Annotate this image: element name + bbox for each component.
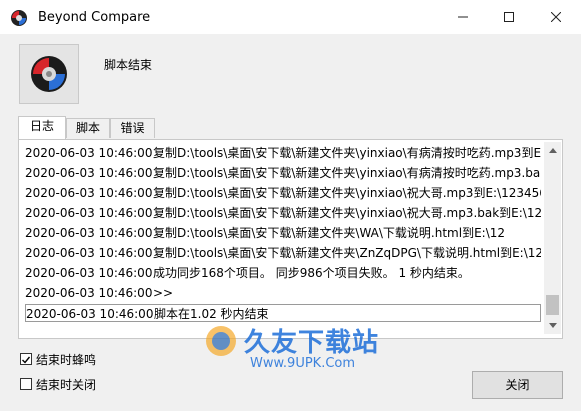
- beep-checkbox[interactable]: [20, 353, 32, 365]
- checkmark-icon: [22, 356, 31, 364]
- maximize-button[interactable]: [486, 0, 532, 34]
- script-status-icon: [19, 44, 79, 104]
- beep-label[interactable]: 结束时蜂鸣: [36, 351, 96, 368]
- scroll-thumb[interactable]: [546, 295, 559, 315]
- title-bar: Beyond Compare: [0, 0, 581, 34]
- minimize-icon: [458, 16, 468, 18]
- log-row: 2020-06-03 10:46:00复制D:\tools\桌面\安下载\新建文…: [25, 246, 541, 260]
- chevron-up-icon: [548, 148, 557, 153]
- status-heading: 脚本结束: [104, 58, 153, 72]
- close-on-finish-checkbox[interactable]: [20, 378, 32, 390]
- close-icon: [551, 12, 561, 22]
- scroll-up-button[interactable]: [544, 142, 561, 159]
- vertical-scrollbar[interactable]: [544, 142, 561, 334]
- log-panel: 2020-06-03 10:46:00复制D:\tools\桌面\安下载\新建文…: [18, 139, 563, 371]
- close-window-button[interactable]: [531, 0, 581, 34]
- log-row: 2020-06-03 10:46:00复制D:\tools\桌面\安下载\新建文…: [25, 186, 541, 200]
- log-row: 2020-06-03 10:46:00复制D:\tools\桌面\安下载\新建文…: [25, 166, 541, 180]
- scroll-down-button[interactable]: [544, 317, 561, 334]
- tab-script[interactable]: 脚本: [66, 118, 110, 138]
- minimize-button[interactable]: [440, 0, 486, 34]
- log-list[interactable]: 2020-06-03 10:46:00复制D:\tools\桌面\安下载\新建文…: [25, 143, 541, 328]
- log-row: 2020-06-03 10:46:00复制D:\tools\桌面\安下载\新建文…: [25, 146, 541, 160]
- log-row: 2020-06-03 10:46:00复制D:\tools\桌面\安下载\新建文…: [25, 226, 506, 240]
- log-row: 2020-06-03 10:46:00成功同步168个项目。 同步986个项目失…: [25, 266, 470, 280]
- window-title: Beyond Compare: [38, 10, 151, 25]
- watermark-brand: 久友下载站: [244, 328, 380, 358]
- watermark-logo-icon: [206, 326, 236, 356]
- watermark: 久友下载站 Www.9UPK.Com: [174, 320, 404, 380]
- beyond-compare-app-icon: [10, 9, 28, 27]
- chevron-down-icon: [548, 323, 557, 328]
- tab-log[interactable]: 日志: [18, 116, 66, 139]
- close-button[interactable]: 关闭: [472, 371, 563, 399]
- tab-errors[interactable]: 错误: [110, 118, 155, 138]
- maximize-icon: [504, 12, 514, 22]
- log-row: 2020-06-03 10:46:00复制D:\tools\桌面\安下载\新建文…: [25, 206, 541, 220]
- watermark-url: Www.9UPK.Com: [250, 356, 356, 371]
- close-on-finish-label[interactable]: 结束时关闭: [36, 376, 96, 393]
- log-row: 2020-06-03 10:46:00>>: [25, 286, 174, 300]
